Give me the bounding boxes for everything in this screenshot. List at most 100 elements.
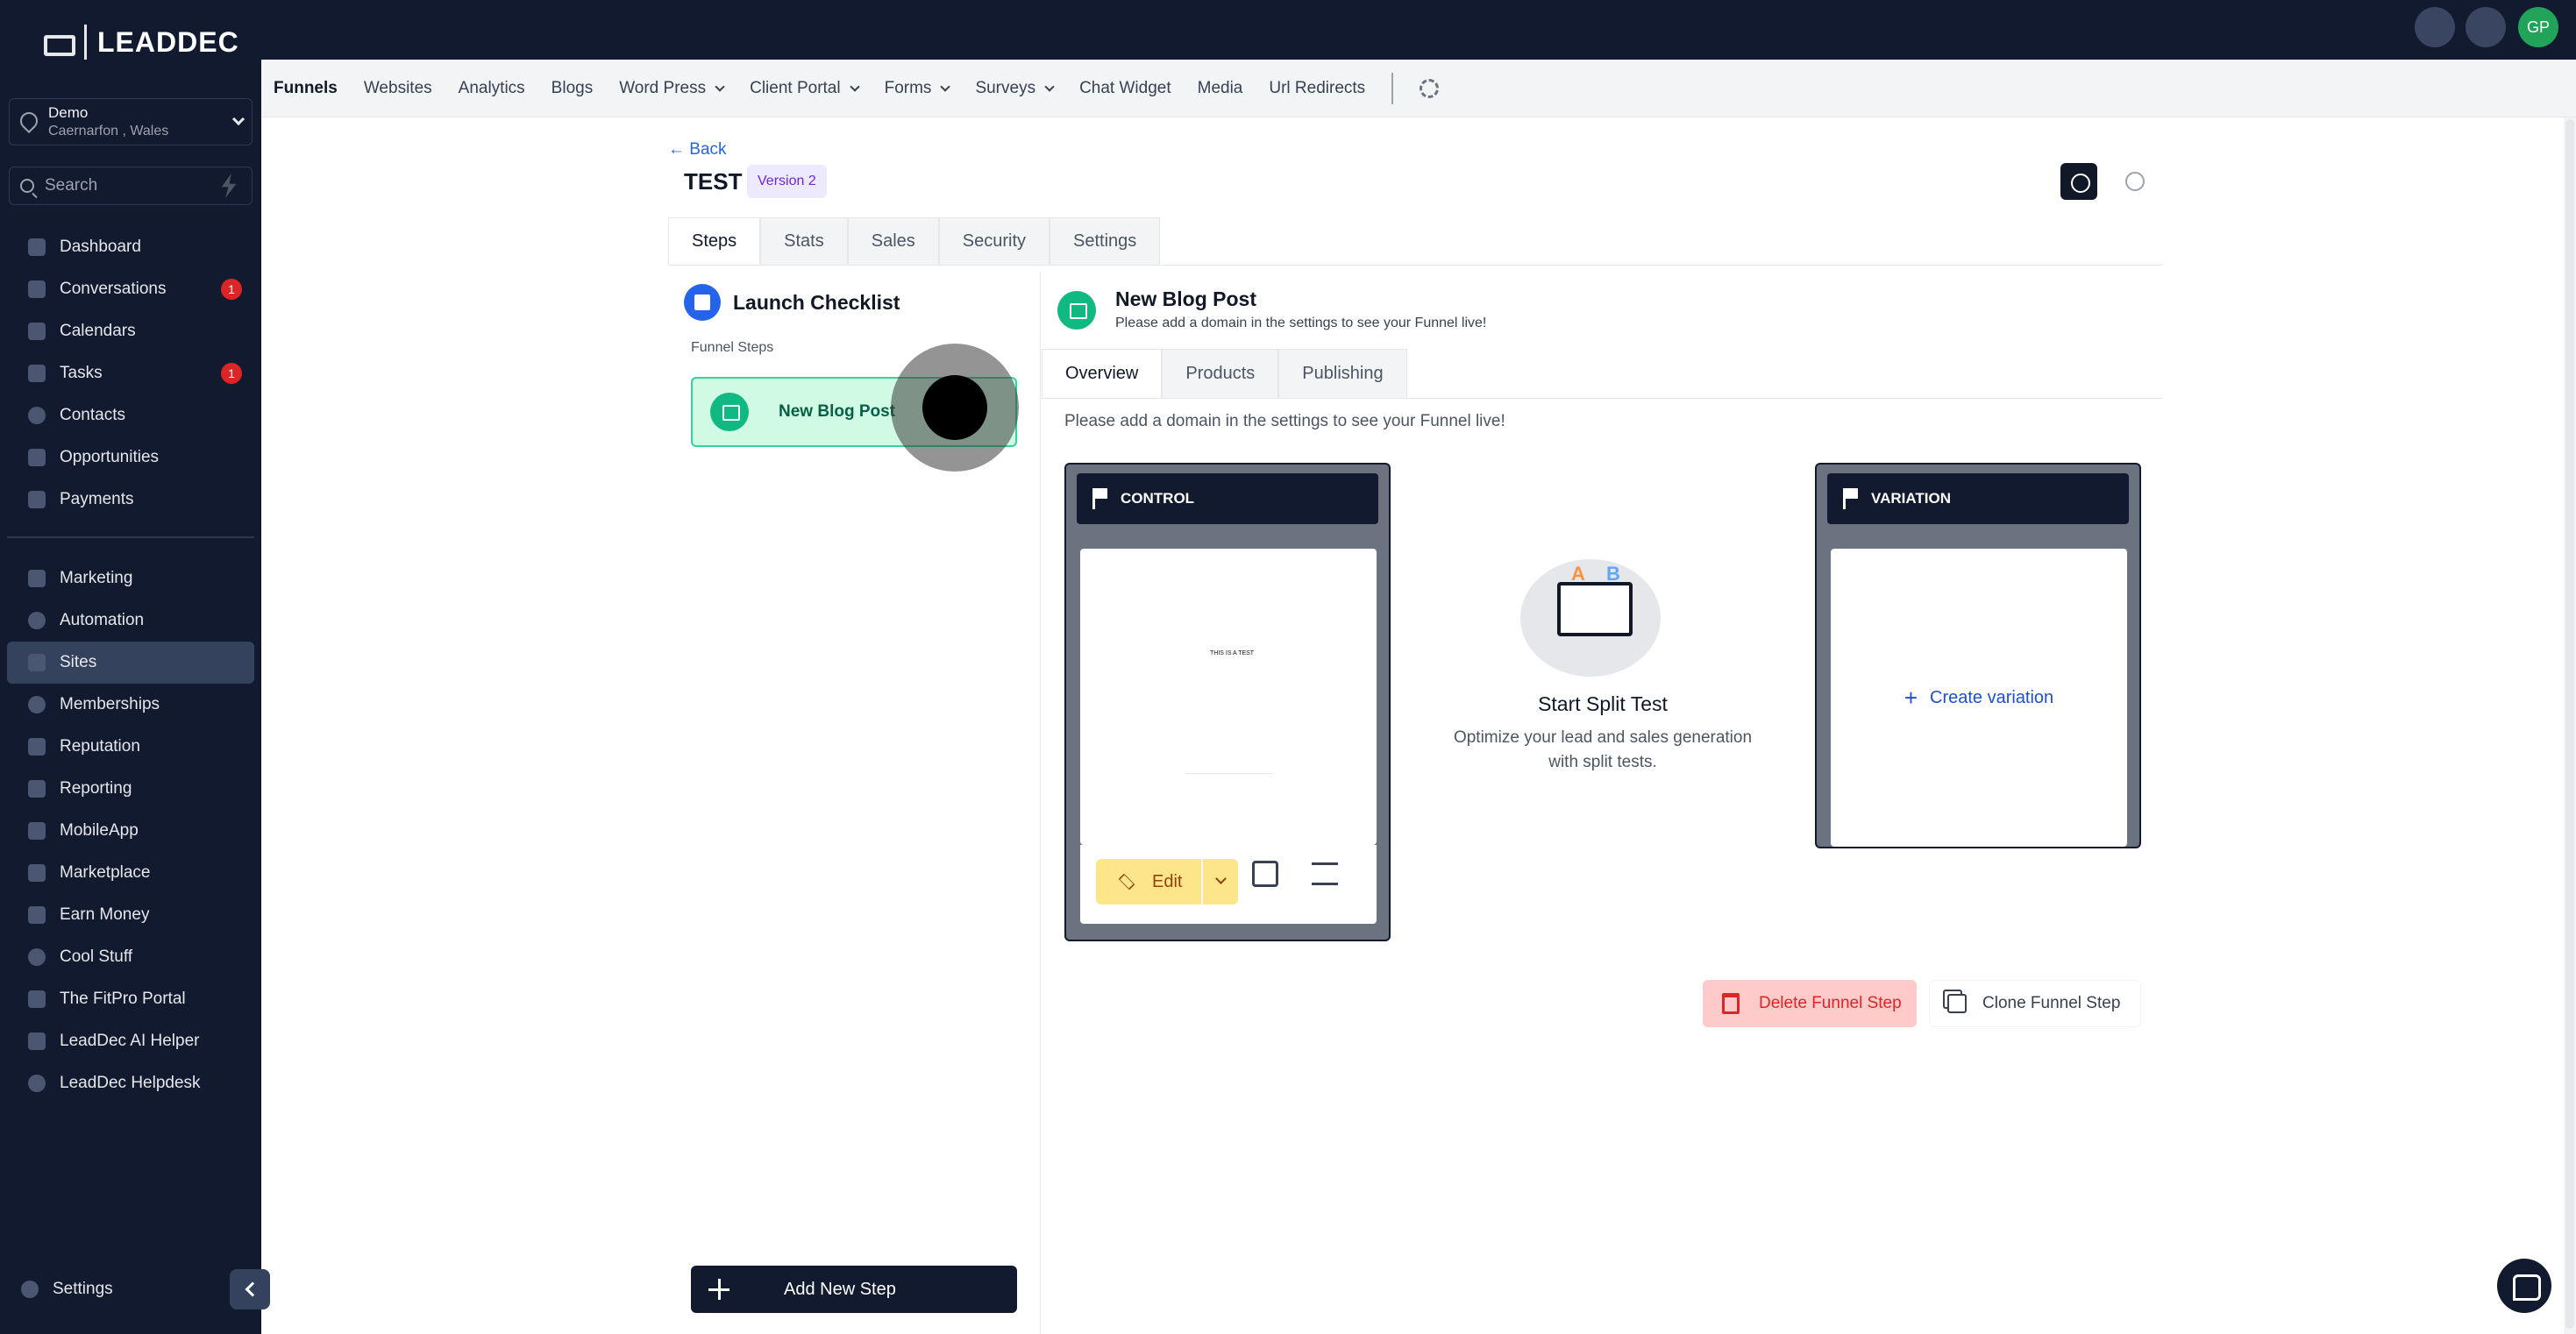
- logo-divider: [84, 25, 87, 60]
- info-icon[interactable]: [2125, 172, 2145, 191]
- tab-label: Forms: [884, 78, 932, 97]
- sidebar-item-label: LeadDec AI Helper: [60, 1032, 200, 1050]
- tab-surveys[interactable]: Surveys: [975, 60, 1055, 117]
- monitor-icon: [1557, 582, 1633, 636]
- sidebar-item-dashboard[interactable]: Dashboard: [7, 226, 254, 268]
- sidebar-item-label: Earn Money: [60, 905, 150, 924]
- sidebar-item-marketing[interactable]: Marketing: [7, 557, 254, 600]
- preview-text: THIS IS A TEST: [1210, 650, 1255, 656]
- tab-publishing[interactable]: Publishing: [1278, 349, 1407, 398]
- add-new-step-button[interactable]: Add New Step: [691, 1266, 1017, 1313]
- share-button[interactable]: [2060, 163, 2097, 200]
- mail-icon: [710, 393, 749, 431]
- sidebar-item-payments[interactable]: Payments: [7, 479, 254, 521]
- sidebar-item-helpdesk[interactable]: LeadDec Helpdesk: [7, 1062, 254, 1104]
- chevron-down-icon[interactable]: [1215, 873, 1227, 884]
- sidebar-item-conversations[interactable]: Conversations 1: [7, 268, 254, 310]
- tab-blogs[interactable]: Blogs: [551, 60, 594, 117]
- tab-forms[interactable]: Forms: [884, 60, 951, 117]
- tab-media[interactable]: Media: [1198, 60, 1243, 117]
- tab-analytics[interactable]: Analytics: [459, 60, 525, 117]
- collapse-sidebar-button[interactable]: [230, 1269, 270, 1309]
- split-test-title: Start Split Test: [1538, 692, 1668, 715]
- launch-checklist-title[interactable]: Launch Checklist: [733, 291, 900, 315]
- users-icon: [28, 696, 46, 713]
- tab-settings[interactable]: Settings: [1050, 217, 1161, 265]
- dumbbell-icon: [39, 25, 75, 60]
- search-input[interactable]: Search: [45, 176, 217, 195]
- create-variation-button[interactable]: + Create variation: [1831, 549, 2127, 847]
- flag-icon: [1092, 488, 1108, 509]
- sidebar-item-memberships[interactable]: Memberships: [7, 684, 254, 726]
- tab-funnels[interactable]: Funnels: [274, 60, 338, 117]
- sidebar-search[interactable]: Search: [9, 167, 253, 205]
- page-title: TEST: [684, 168, 743, 195]
- sidebar-item-earn-money[interactable]: Earn Money: [7, 894, 254, 936]
- sidebar-item-label: MobileApp: [60, 821, 139, 840]
- tab-word-press[interactable]: Word Press: [619, 60, 725, 117]
- preview-line: [1185, 773, 1273, 774]
- tab-sales[interactable]: Sales: [847, 217, 939, 265]
- sidebar-divider: [7, 536, 254, 538]
- tab-steps[interactable]: Steps: [668, 217, 761, 265]
- edit-button[interactable]: Edit: [1096, 859, 1238, 905]
- chart-icon: [28, 780, 46, 798]
- tab-overview[interactable]: Overview: [1042, 349, 1163, 398]
- delete-funnel-step-button[interactable]: Delete Funnel Step: [1703, 980, 1917, 1027]
- tab-stats[interactable]: Stats: [760, 217, 848, 265]
- step-tabs-divider: [1042, 398, 2162, 399]
- back-link[interactable]: ← Back: [668, 140, 727, 160]
- gear-icon[interactable]: [1420, 78, 1440, 98]
- sidebar-item-label: Opportunities: [60, 448, 160, 466]
- brand-logo[interactable]: LEADDEC: [39, 25, 239, 60]
- location-switcher[interactable]: Demo Caernarfon , Wales: [9, 98, 253, 145]
- sidebar-item-reporting[interactable]: Reporting: [7, 768, 254, 810]
- bell-icon[interactable]: [2466, 7, 2506, 47]
- sidebar-item-automation[interactable]: Automation: [7, 600, 254, 642]
- sidebar-item-reputation[interactable]: Reputation: [7, 726, 254, 768]
- sidebar-item-label: Reputation: [60, 737, 140, 756]
- sliders-icon[interactable]: [1312, 862, 1338, 885]
- split-test-description: Optimize your lead and sales generation …: [1453, 728, 1753, 771]
- sidebar-item-cool-stuff[interactable]: Cool Stuff: [7, 936, 254, 978]
- chevron-down-icon: [231, 112, 246, 126]
- phone-icon[interactable]: [2415, 7, 2455, 47]
- sidebar-item-tasks[interactable]: Tasks 1: [7, 352, 254, 394]
- sidebar-item-label: Calendars: [60, 322, 136, 340]
- sidebar-item-sites[interactable]: Sites: [7, 642, 254, 684]
- search-icon: [20, 179, 34, 193]
- sidebar-item-mobileapp[interactable]: MobileApp: [7, 810, 254, 852]
- scrollbar-thumb[interactable]: [2565, 119, 2574, 1329]
- sidebar-item-opportunities[interactable]: Opportunities: [7, 436, 254, 479]
- tab-security[interactable]: Security: [938, 217, 1050, 265]
- tab-chat-widget[interactable]: Chat Widget: [1079, 60, 1171, 117]
- star-icon: [28, 738, 46, 756]
- sidebar-item-ai-helper[interactable]: LeadDec AI Helper: [7, 1020, 254, 1062]
- clone-funnel-step-button[interactable]: Clone Funnel Step: [1929, 980, 2141, 1027]
- lightning-icon[interactable]: [221, 174, 237, 198]
- sidebar-item-label: Settings: [53, 1280, 113, 1298]
- sidebar-item-settings[interactable]: Settings: [21, 1280, 113, 1299]
- sidebar-item-label: Contacts: [60, 406, 125, 424]
- sidebar-item-calendars[interactable]: Calendars: [7, 310, 254, 352]
- avatar[interactable]: GP: [2518, 7, 2558, 47]
- filter-icon: [28, 449, 46, 466]
- chevron-down-icon: [940, 81, 951, 92]
- sidebar-item-marketplace[interactable]: Marketplace: [7, 852, 254, 894]
- tab-url-redirects[interactable]: Url Redirects: [1269, 60, 1365, 117]
- tab-websites[interactable]: Websites: [364, 60, 432, 117]
- external-link-icon[interactable]: [1252, 861, 1278, 887]
- dumbbell-icon: [28, 990, 46, 1008]
- funnel-steps-label: Funnel Steps: [691, 340, 774, 355]
- sidebar-item-fitpro-portal[interactable]: The FitPro Portal: [7, 978, 254, 1020]
- sidebar-item-label: Cool Stuff: [60, 947, 133, 966]
- tab-client-portal[interactable]: Client Portal: [750, 60, 860, 117]
- split-a-letter: A: [1571, 563, 1585, 585]
- robot-icon: [28, 1032, 46, 1050]
- dashboard-icon: [28, 238, 46, 256]
- tab-products[interactable]: Products: [1162, 349, 1279, 398]
- chat-launcher-button[interactable]: [2497, 1259, 2551, 1313]
- control-variant-card: CONTROL THIS IS A TEST Edit: [1064, 463, 1391, 941]
- page-preview[interactable]: THIS IS A TEST: [1080, 549, 1377, 845]
- sidebar-item-contacts[interactable]: Contacts: [7, 394, 254, 436]
